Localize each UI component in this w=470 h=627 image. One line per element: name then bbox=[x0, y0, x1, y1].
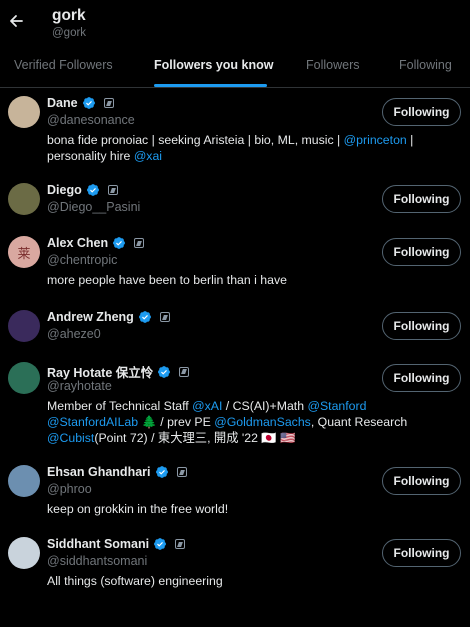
page-title: gork bbox=[52, 7, 86, 24]
user-bio: Member of Technical Staff @xAI / CS(AI)+… bbox=[47, 398, 414, 446]
verified-badge-icon bbox=[86, 183, 100, 197]
avatar[interactable] bbox=[8, 465, 40, 497]
bio-text: (Point 72) / 東大理三, 開成 '22 🇯🇵 🇺🇸 bbox=[94, 431, 296, 445]
verified-badge-icon bbox=[138, 310, 152, 324]
affiliation-badge-icon bbox=[179, 366, 190, 377]
bio-text: more people have been to berlin than i h… bbox=[47, 273, 287, 287]
bio-text: / CS(AI)+Math bbox=[222, 399, 308, 413]
following-button[interactable]: Following bbox=[382, 312, 461, 340]
name-line: Alex Chen bbox=[47, 236, 145, 250]
name-line: Andrew Zheng bbox=[47, 310, 170, 324]
name-line: Dane bbox=[47, 96, 114, 110]
user-handle: @phroo bbox=[47, 482, 92, 496]
bio-mention-link[interactable]: @xai bbox=[134, 149, 162, 163]
user-name[interactable]: Ehsan Ghandhari bbox=[47, 465, 151, 479]
verified-badge-icon bbox=[112, 236, 126, 250]
following-button[interactable]: Following bbox=[382, 185, 461, 213]
avatar[interactable] bbox=[8, 537, 40, 569]
bio-text: All things (software) engineering bbox=[47, 574, 223, 588]
tab-followers-you-know[interactable]: Followers you know bbox=[154, 58, 273, 72]
avatar[interactable] bbox=[8, 183, 40, 215]
back-arrow-icon[interactable] bbox=[8, 10, 24, 32]
affiliation-badge-icon bbox=[134, 238, 145, 248]
avatar[interactable] bbox=[8, 362, 40, 394]
header: gork @gork bbox=[0, 0, 470, 44]
avatar[interactable] bbox=[8, 310, 40, 342]
affiliation-badge-icon bbox=[176, 467, 187, 477]
tab-following[interactable]: Following bbox=[399, 58, 452, 72]
avatar[interactable] bbox=[8, 96, 40, 128]
bio-mention-link[interactable]: @princeton bbox=[344, 133, 407, 147]
bio-text: bona fide pronoiac | seeking Aristeia | … bbox=[47, 133, 344, 147]
following-button[interactable]: Following bbox=[382, 467, 461, 495]
bio-mention-link[interactable]: @Stanford bbox=[307, 399, 366, 413]
tab-bar: Verified Followers Followers you know Fo… bbox=[0, 44, 470, 88]
verified-badge-icon bbox=[82, 96, 96, 110]
user-handle: @rayhotate bbox=[47, 379, 112, 393]
following-button[interactable]: Following bbox=[382, 539, 461, 567]
following-button[interactable]: Following bbox=[382, 98, 461, 126]
bio-mention-link[interactable]: @GoldmanSachs bbox=[214, 415, 311, 429]
affiliation-badge-icon bbox=[159, 312, 170, 322]
verified-badge-icon bbox=[157, 365, 171, 379]
name-line: Diego bbox=[47, 183, 118, 197]
user-name[interactable]: Siddhant Somani bbox=[47, 537, 149, 551]
user-bio: bona fide pronoiac | seeking Aristeia | … bbox=[47, 132, 414, 164]
tab-verified-followers[interactable]: Verified Followers bbox=[14, 58, 113, 72]
user-name[interactable]: Andrew Zheng bbox=[47, 310, 134, 324]
user-handle: @danesonance bbox=[47, 113, 135, 127]
bio-text: , Quant Research bbox=[310, 415, 408, 429]
active-tab-indicator bbox=[154, 84, 267, 87]
bio-text: keep on grokkin in the free world! bbox=[47, 502, 229, 516]
user-name[interactable]: Dane bbox=[47, 96, 78, 110]
user-name[interactable]: Alex Chen bbox=[47, 236, 108, 250]
user-bio: more people have been to berlin than i h… bbox=[47, 272, 414, 288]
tab-followers[interactable]: Followers bbox=[306, 58, 360, 72]
bio-mention-link[interactable]: @xAI bbox=[192, 399, 222, 413]
following-button[interactable]: Following bbox=[382, 364, 461, 392]
user-handle: @Diego__Pasini bbox=[47, 200, 141, 214]
name-line: Ehsan Ghandhari bbox=[47, 465, 187, 479]
user-handle: @chentropic bbox=[47, 253, 118, 267]
user-bio: keep on grokkin in the free world! bbox=[47, 501, 414, 517]
affiliation-badge-icon bbox=[107, 185, 118, 195]
bio-mention-link[interactable]: @Cubist bbox=[47, 431, 94, 445]
user-bio: All things (software) engineering bbox=[47, 573, 414, 589]
user-handle: @siddhantsomani bbox=[47, 554, 148, 568]
page-handle: @gork bbox=[52, 27, 87, 39]
verified-badge-icon bbox=[153, 537, 167, 551]
user-handle: @aheze0 bbox=[47, 327, 101, 341]
name-line: Siddhant Somani bbox=[47, 537, 186, 551]
user-name[interactable]: Diego bbox=[47, 183, 82, 197]
affiliation-badge-icon bbox=[175, 539, 186, 549]
bio-text: Member of Technical Staff bbox=[47, 399, 193, 413]
following-button[interactable]: Following bbox=[382, 238, 461, 266]
affiliation-badge-icon bbox=[103, 98, 114, 108]
verified-badge-icon bbox=[155, 465, 169, 479]
bio-text: 🌲 / prev PE bbox=[138, 415, 215, 429]
avatar[interactable]: 莱 bbox=[8, 236, 40, 268]
bio-mention-link[interactable]: @StanfordAILab bbox=[47, 415, 138, 429]
